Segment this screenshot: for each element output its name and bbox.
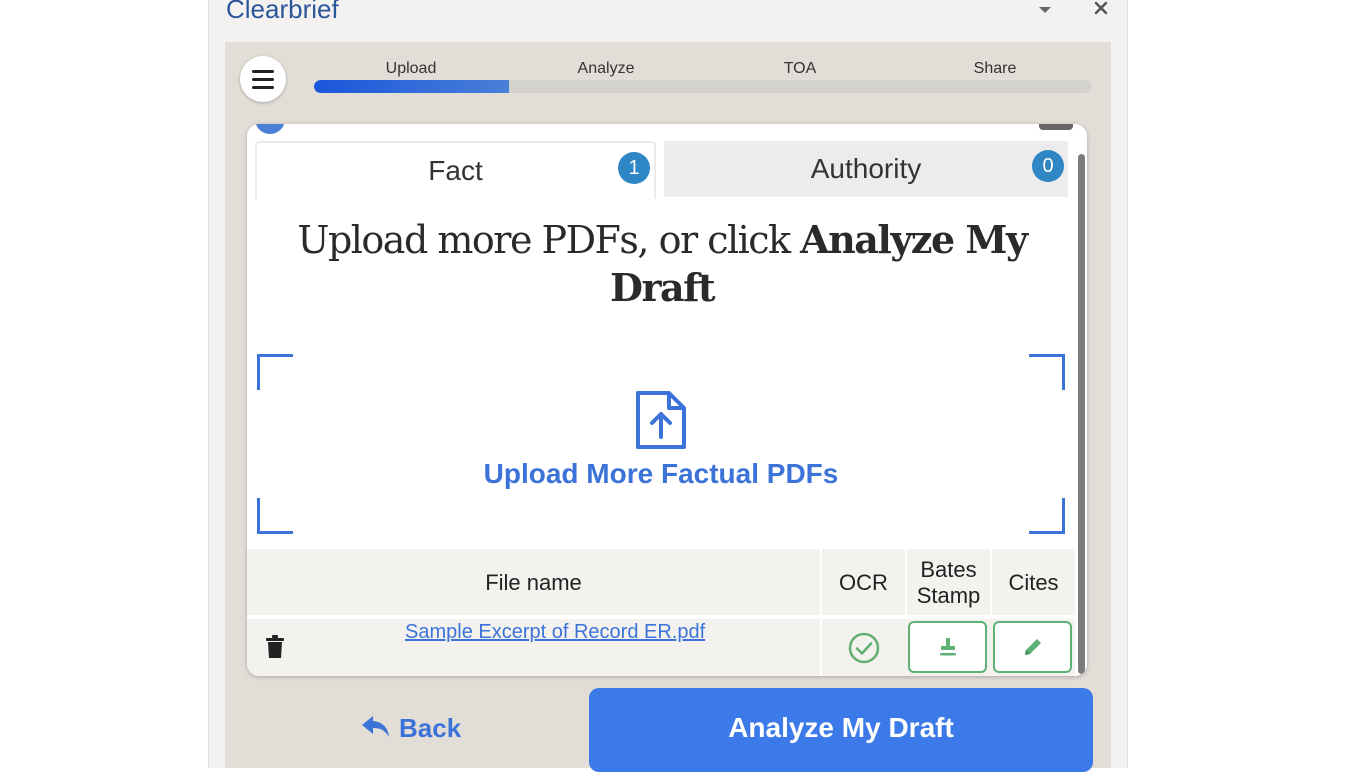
check-circle-icon [848, 632, 879, 663]
step-share: Share [973, 60, 1017, 77]
column-ocr: OCR [820, 549, 905, 617]
card-top-handle [1039, 124, 1073, 130]
ocr-status-cell [820, 619, 905, 676]
tab-authority[interactable]: Authority 0 [664, 141, 1068, 197]
upload-dropzone[interactable]: Upload More Factual PDFs [257, 354, 1065, 534]
progress-steps: Upload Analyze TOA Share [314, 58, 1092, 98]
dropzone-corner [1029, 354, 1065, 390]
dropzone-corner [1029, 498, 1065, 534]
column-cites: Cites [990, 549, 1075, 617]
hamburger-icon-bar [252, 85, 274, 89]
hamburger-icon-bar [252, 77, 274, 81]
trash-icon[interactable] [265, 635, 285, 659]
add-in-pane: Clearbrief Upload Analyze TOA Share Fact [208, 0, 1128, 772]
close-icon [1094, 1, 1108, 15]
column-bates-stamp: Bates Stamp [905, 549, 990, 617]
back-button[interactable]: Back [361, 706, 461, 750]
bates-stamp-button[interactable] [908, 621, 987, 673]
progress-bar-fill [314, 80, 509, 93]
step-toa: TOA [783, 60, 817, 77]
file-name-link[interactable]: Sample Excerpt of Record ER.pdf [405, 621, 705, 644]
file-upload-icon [636, 391, 686, 449]
column-file-name: File name [485, 570, 582, 595]
cites-edit-button[interactable] [993, 621, 1072, 673]
pane-close-button[interactable] [1089, 0, 1113, 20]
step-upload: Upload [385, 60, 437, 77]
pane-options-button[interactable] [1035, 2, 1055, 18]
files-table-header: File name OCR Bates Stamp Cites [247, 549, 1075, 617]
dropzone-corner [257, 354, 293, 390]
progress-bar [314, 80, 1092, 93]
upload-headline: Upload more PDFs, or click Analyze My Dr… [287, 216, 1037, 312]
authority-count-badge: 0 [1032, 150, 1064, 182]
headline-text: Upload more PDFs, or click [297, 218, 801, 262]
card-scrollbar[interactable] [1078, 154, 1085, 674]
menu-button[interactable] [240, 56, 286, 102]
reply-arrow-icon [362, 716, 389, 737]
hamburger-icon-bar [252, 69, 274, 73]
pencil-icon [1024, 639, 1041, 655]
pane-title: Clearbrief [226, 0, 339, 24]
analyze-my-draft-button[interactable]: Analyze My Draft [589, 688, 1093, 772]
stamp-icon [939, 638, 956, 656]
step-analyze: Analyze [577, 60, 635, 77]
clearbrief-app: Upload Analyze TOA Share Fact 1 Authorit… [225, 42, 1111, 772]
column-bates-line2: Stamp [916, 583, 981, 608]
upload-card: Fact 1 Authority 0 Upload more PDFs, or … [247, 124, 1087, 676]
column-bates-line1: Bates [920, 557, 977, 582]
upload-more-pdfs-label: Upload More Factual PDFs [483, 458, 839, 489]
tab-fact-label: Fact [428, 155, 483, 186]
analyze-label: Analyze My Draft [728, 712, 954, 743]
card-top-icon [255, 124, 285, 134]
table-row: Sample Excerpt of Record ER.pdf [247, 619, 1075, 676]
fact-count-badge: 1 [618, 152, 650, 184]
dropzone-corner [257, 498, 293, 534]
caret-down-icon [1039, 7, 1051, 13]
back-label: Back [399, 712, 462, 743]
tab-fact[interactable]: Fact 1 [255, 141, 656, 199]
tab-authority-label: Authority [810, 153, 922, 184]
